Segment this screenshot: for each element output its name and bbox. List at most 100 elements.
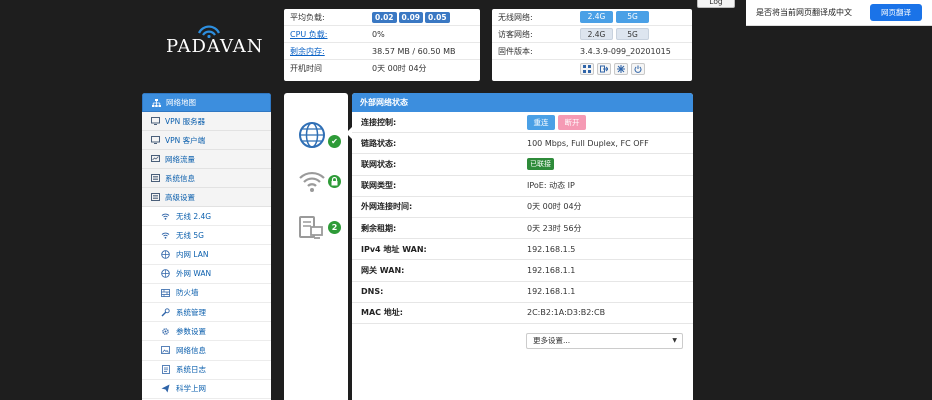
sidebar-item-system-info[interactable]: 系统信息 [142,169,271,188]
wan-row-label: IPv4 地址 WAN: [361,244,427,254]
logout-button[interactable] [597,62,611,75]
padavan-logo: PADAVAN [160,22,263,66]
sidebar-item-vpn-client[interactable]: VPN 客户端 [142,131,271,150]
cpu-value: 0% [372,29,385,39]
guest-5g-button[interactable]: 5G [616,28,649,40]
sidebar-item-traffic[interactable]: 网络流量 [142,150,271,169]
disconnect-button[interactable]: 断开 [558,114,586,130]
uptime-value: 0天 00时 04分 [372,64,427,73]
more-settings-select[interactable]: 更多设置... ▼ [526,333,683,349]
action-buttons-row [492,60,692,77]
logo-text: PADAVAN [166,36,264,57]
wireless-5g-button[interactable]: 5G [616,11,649,23]
settings-button[interactable] [614,62,628,75]
reconnect-button[interactable]: 重连 [527,114,555,130]
load-values: 0.02 0.09 0.05 [372,11,452,23]
wan-row-online-status: 联网状态: 已联接 [352,154,693,176]
gear-icon [160,327,171,336]
wireless-24g-button[interactable]: 2.4G [580,11,613,23]
wan-panel-title: 外部网络状态 [352,93,693,112]
wan-status-button[interactable]: ✔ [298,121,341,151]
wan-row-label: 剩余租期: [361,223,397,233]
sidebar-sub-firewall[interactable]: 防火墙 [142,283,271,303]
image-icon [160,346,171,355]
wan-row-label: 外网连接时间: [361,202,413,212]
wan-row-connection-type: 联网类型: IPoE: 动态 IP [352,176,693,197]
cpu-link[interactable]: CPU 负载: [290,29,372,40]
firmware-row: 固件版本: 3.4.3.9-099_20201015 [492,43,692,60]
wan-row-label: 连接控制: [361,117,397,127]
sidebar-sub-settings[interactable]: 参数设置 [142,322,271,342]
wan-row-label: DNS: [361,287,384,297]
firmware-label: 固件版本: [498,46,533,56]
monitor-icon [150,136,161,145]
clients-status-button[interactable]: 2 [298,215,341,243]
check-icon: ✔ [328,135,341,148]
wifi-icon [160,231,171,240]
wan-row-label: MAC 地址: [361,308,404,318]
guest-row: 访客网络: 2.4G 5G [492,26,692,43]
wan-row-mac: MAC 地址: 2C:B2:1A:D3:B2:CB [352,303,693,324]
sidebar-item-label: 高级设置 [165,192,195,202]
cpu-row: CPU 负载: 0% [284,26,480,43]
asterisk-icon [617,64,625,73]
sidebar-item-advanced[interactable]: 高级设置 [142,188,271,207]
wan-row-value: 2C:B2:1A:D3:B2:CB [527,308,606,318]
memory-link[interactable]: 剩余内存: [290,46,372,57]
translate-prompt: 是否将当前网页翻译成中文 [756,8,852,17]
power-button[interactable] [631,62,645,75]
log-button[interactable]: Log [697,0,735,8]
sidebar-sub-wan[interactable]: 外网 WAN [142,264,271,284]
sidebar-sub-label: 防火墙 [176,288,199,298]
wifi-icon [299,171,325,192]
sidebar-sub-lan[interactable]: 内网 LAN [142,245,271,265]
network-status-panel: 无线网络: 2.4G 5G 访客网络: 2.4G 5G 固件版本: 3.4.3.… [492,9,692,81]
sitemap-icon [151,98,162,107]
system-status-panel: 平均负载: 0.02 0.09 0.05 CPU 负载: 0% 剩余内存: 38.5… [284,9,480,81]
wireless-status-button[interactable] [298,169,341,195]
sidebar-sub-label: 科学上网 [176,384,206,394]
wireless-row: 无线网络: 2.4G 5G [492,9,692,26]
translate-button[interactable]: 网页翻译 [870,4,922,21]
wan-row-ipv4: IPv4 地址 WAN: 192.168.1.5 [352,239,693,261]
sidebar-sub-admin[interactable]: 系统管理 [142,302,271,323]
sidebar-sub-label: 无线 2.4G [176,211,212,221]
wan-row-value: 0天 00时 04分 [527,202,582,212]
list-icon [150,193,161,202]
wan-row-connection-control: 连接控制: 重连 断开 [352,112,693,134]
grid-button[interactable] [580,62,594,75]
sidebar-sub-wireless-5g[interactable]: 无线 5G [142,226,271,246]
sidebar-sub-wireless-24g[interactable]: 无线 2.4G [142,207,271,227]
sidebar-item-vpn-server[interactable]: VPN 服务器 [142,112,271,131]
uptime-row: 开机时间 0天 00时 04分 [284,60,480,77]
firewall-icon [160,288,171,297]
sidebar-sub-label: 系统管理 [176,307,206,317]
wan-row-link-status: 链路状态: 100 Mbps, Full Duplex, FC OFF [352,133,693,155]
sidebar-sub-proxy[interactable]: 科学上网 [142,379,271,399]
sidebar-sub-network-info[interactable]: 网络信息 [142,341,271,361]
wan-row-dns: DNS: 192.168.1.1 [352,282,693,303]
load-5min: 0.09 [398,11,424,23]
wan-row-value: 0天 23时 56分 [527,223,582,233]
memory-value: 38.57 MB / 60.50 MB [372,46,456,56]
uptime-label: 开机时间 [290,64,322,73]
send-icon [160,384,171,393]
wireless-label: 无线网络: [498,12,533,22]
translate-bar: 是否将当前网页翻译成中文 网页翻译 [746,0,932,26]
lock-icon [328,175,341,188]
wan-row-label: 联网类型: [361,181,397,191]
sidebar-item-label: VPN 客户端 [165,135,206,145]
logout-icon [600,65,608,72]
monitor-icon [150,117,161,126]
more-settings-label: 更多设置... [533,336,571,345]
sidebar-item-network-map[interactable]: 网络地图 [142,93,271,112]
guest-24g-button[interactable]: 2.4G [580,28,613,40]
globe-icon [160,250,171,259]
sidebar-sub-syslog[interactable]: 系统日志 [142,360,271,380]
sidebar-sub-label: 参数设置 [176,326,206,336]
sidebar-item-label: VPN 服务器 [165,116,206,126]
power-icon [634,65,642,73]
wan-row-value: IPoE: 动态 IP [527,181,575,191]
firmware-link[interactable]: 3.4.3.9-099_20201015 [580,47,671,56]
load-15min: 0.05 [425,11,450,23]
